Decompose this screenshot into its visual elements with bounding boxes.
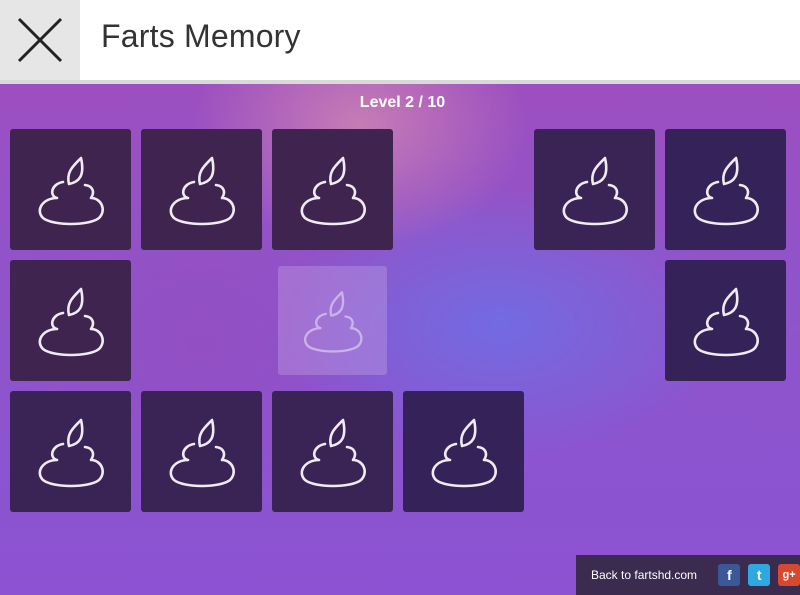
back-to-site-link[interactable]: Back to fartshd.com	[591, 568, 710, 582]
close-icon	[17, 17, 63, 63]
poop-icon	[562, 156, 628, 225]
memory-card[interactable]	[403, 391, 524, 512]
poop-icon	[693, 156, 759, 225]
game-board: Level 2 / 10	[0, 84, 800, 595]
memory-card[interactable]	[10, 260, 131, 381]
app-title: Farts Memory	[101, 18, 301, 54]
poop-icon	[169, 418, 235, 487]
memory-card[interactable]	[141, 129, 262, 250]
googleplus-icon: g+	[782, 569, 796, 581]
footer-bar: Back to fartshd.com f t g+	[576, 555, 800, 595]
app-root: Farts Memory Level 2 / 10 Back to fartsh…	[0, 0, 800, 595]
poop-icon	[38, 287, 104, 356]
facebook-icon: f	[726, 567, 732, 583]
top-bar: Farts Memory	[0, 0, 800, 84]
poop-icon	[300, 156, 366, 225]
memory-card[interactable]	[665, 260, 786, 381]
memory-card-selected[interactable]	[278, 266, 387, 375]
poop-icon	[38, 418, 104, 487]
memory-card[interactable]	[272, 129, 393, 250]
memory-card[interactable]	[665, 129, 786, 250]
twitter-share-button[interactable]: t	[748, 564, 771, 586]
googleplus-share-button[interactable]: g+	[778, 564, 800, 586]
memory-card[interactable]	[141, 391, 262, 512]
memory-card[interactable]	[272, 391, 393, 512]
memory-card[interactable]	[10, 391, 131, 512]
poop-icon	[300, 418, 366, 487]
close-button[interactable]	[0, 0, 80, 80]
memory-card[interactable]	[534, 129, 655, 250]
twitter-icon: t	[756, 567, 762, 583]
level-indicator: Level 2 / 10	[359, 94, 446, 111]
poop-icon	[431, 418, 497, 487]
poop-icon	[303, 290, 362, 353]
memory-card[interactable]	[10, 129, 131, 250]
facebook-share-button[interactable]: f	[718, 564, 741, 586]
poop-icon	[169, 156, 235, 225]
poop-icon	[38, 156, 104, 225]
poop-icon	[693, 287, 759, 356]
